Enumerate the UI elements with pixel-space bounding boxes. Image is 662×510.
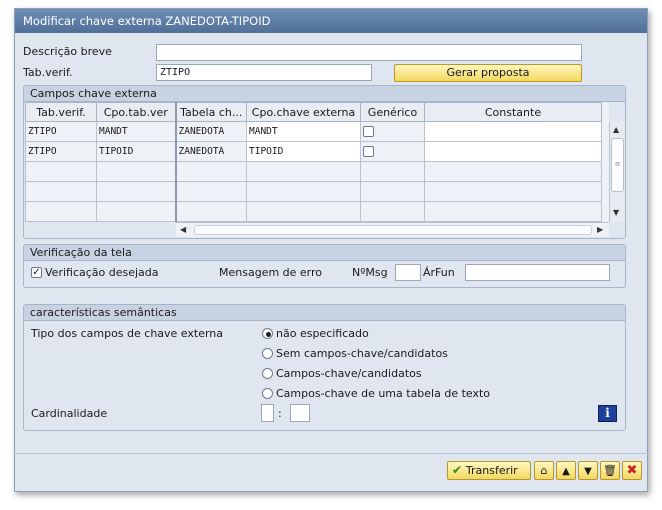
cell-cpochave[interactable]: TIPOID (246, 141, 361, 162)
cell-generico (360, 141, 425, 162)
col-tabela[interactable]: Tabela ch... (175, 102, 247, 122)
radio-nao-especificado[interactable] (262, 328, 273, 339)
arfun-input[interactable] (465, 264, 610, 281)
vertical-scrollbar[interactable]: ▲ ≡ ▼ (609, 122, 625, 222)
tabverif-label: Tab.verif. (23, 66, 73, 79)
verificacao-checkbox-label: Verificação desejada (45, 266, 159, 279)
scroll-up-icon[interactable]: ▲ (613, 125, 619, 134)
tipo-campos-label: Tipo dos campos de chave externa (31, 327, 224, 340)
transferir-label: Transferir (465, 464, 518, 477)
cell-cpotabver: MANDT (96, 121, 177, 142)
verificacao-group: Verificação da tela ✓ Verificação deseja… (23, 244, 626, 288)
cancel-icon: ✖ (626, 463, 638, 478)
campos-table-area: Tab.verif. Cpo.tab.ver Tabela ch... Cpo.… (25, 102, 609, 222)
verificacao-checkbox[interactable]: ✓ (31, 267, 42, 278)
radio-tabela-texto[interactable] (262, 388, 273, 399)
move-up-button[interactable]: ▲ (556, 461, 576, 480)
radio-label: Campos-chave/candidatos (276, 367, 422, 380)
generico-checkbox[interactable] (363, 126, 374, 137)
up-arrow-icon: ▲ (562, 466, 570, 477)
scroll-down-icon[interactable]: ▼ (613, 208, 619, 217)
horizontal-scrollbar[interactable]: ◀ ▶ (176, 222, 609, 237)
delete-button[interactable]: 🗑 (600, 461, 620, 480)
descricao-input[interactable] (156, 44, 582, 61)
campos-table: Tab.verif. Cpo.tab.ver Tabela ch... Cpo.… (25, 102, 602, 222)
info-icon[interactable]: i (598, 405, 617, 422)
sub-table-icon: ⌂ (540, 464, 548, 477)
scroll-right-icon[interactable]: ▶ (597, 225, 603, 234)
radio-sem-campos[interactable] (262, 348, 273, 359)
col-cpochave[interactable]: Cpo.chave externa (246, 102, 361, 122)
cardinalidade-separator: : (278, 407, 282, 420)
cardinalidade-right-input[interactable] (290, 404, 310, 422)
trash-icon: 🗑 (603, 464, 617, 477)
table-row: ZTIPO MANDT ZANEDOTA MANDT (25, 121, 602, 142)
scroll-thumb[interactable]: ≡ (611, 138, 624, 192)
cardinalidade-left-input[interactable] (261, 404, 274, 422)
table-row: ZTIPO TIPOID ZANEDOTA TIPOID (25, 141, 602, 162)
nmsg-input[interactable] (395, 264, 421, 281)
check-icon: ✔ (452, 463, 463, 477)
gerar-proposta-button[interactable]: Gerar proposta (394, 64, 582, 82)
col-cpotabver[interactable]: Cpo.tab.ver (96, 102, 177, 122)
dialog-window: Modificar chave externa ZANEDOTA-TIPOID … (14, 8, 649, 492)
col-generico[interactable]: Genérico (360, 102, 425, 122)
cell-tabela: ZANEDOTA (175, 141, 247, 162)
generico-checkbox[interactable] (363, 146, 374, 157)
arfun-label: ÁrFun (423, 266, 455, 279)
cell-constante[interactable] (424, 141, 602, 162)
semanticas-group-title: características semânticas (24, 305, 625, 321)
table-row (25, 201, 602, 222)
h-scroll-thumb[interactable] (194, 225, 592, 235)
down-arrow-icon: ▼ (584, 466, 592, 477)
cell-generico (360, 121, 425, 142)
scroll-left-icon[interactable]: ◀ (180, 225, 186, 234)
cell-cpochave[interactable]: MANDT (246, 121, 361, 142)
nmsg-label: NºMsg (352, 266, 388, 279)
transferir-button[interactable]: ✔ Transferir (447, 461, 531, 480)
campos-group-title: Campos chave externa (24, 86, 625, 102)
cell-constante[interactable] (424, 121, 602, 142)
radio-campos-chave[interactable] (262, 368, 273, 379)
campos-group: Campos chave externa Tab.verif. Cpo.tab.… (23, 85, 626, 239)
footer-divider (15, 453, 649, 454)
move-down-button[interactable]: ▼ (578, 461, 598, 480)
table-row (25, 161, 602, 182)
dialog-title: Modificar chave externa ZANEDOTA-TIPOID (15, 9, 647, 33)
campos-header-row: Tab.verif. Cpo.tab.ver Tabela ch... Cpo.… (25, 102, 602, 122)
mensagem-erro-label: Mensagem de erro (219, 266, 323, 279)
radio-label: não especificado (276, 327, 369, 340)
tabverif-input[interactable]: ZTIPO (156, 64, 372, 81)
sub-table-button[interactable]: ⌂ (534, 461, 554, 480)
col-tabverif[interactable]: Tab.verif. (25, 102, 97, 122)
cell-tabverif: ZTIPO (25, 141, 97, 162)
verificacao-group-title: Verificação da tela (24, 245, 625, 261)
cell-tabela: ZANEDOTA (175, 121, 247, 142)
radio-label: Campos-chave de uma tabela de texto (276, 387, 491, 400)
cell-cpotabver: TIPOID (96, 141, 177, 162)
radio-label: Sem campos-chave/candidatos (276, 347, 448, 360)
table-row (25, 181, 602, 202)
col-constante[interactable]: Constante (424, 102, 602, 122)
cardinalidade-label: Cardinalidade (31, 407, 108, 420)
semanticas-group: características semânticas Tipo dos camp… (23, 304, 626, 431)
cancel-button[interactable]: ✖ (622, 461, 642, 480)
descricao-label: Descrição breve (23, 45, 112, 58)
cell-tabverif: ZTIPO (25, 121, 97, 142)
